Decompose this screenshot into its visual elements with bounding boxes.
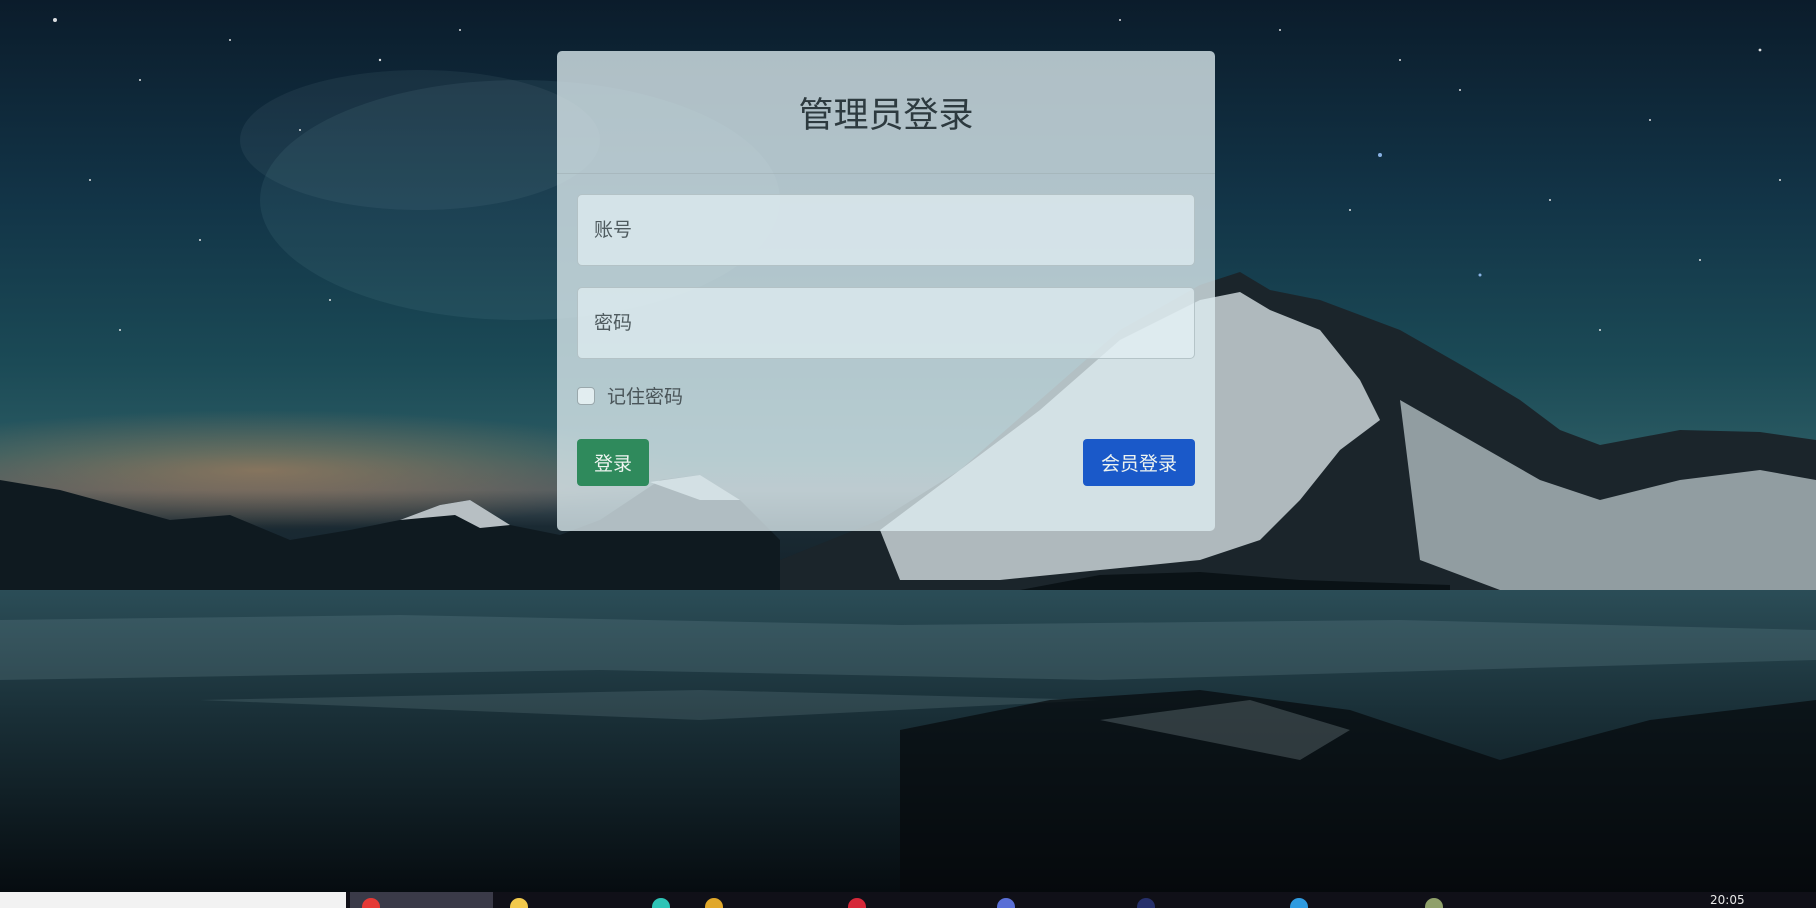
app-icon-green[interactable]	[1425, 898, 1443, 908]
login-button[interactable]: 登录	[577, 439, 649, 486]
star-app-icon[interactable]	[510, 898, 528, 908]
password-field[interactable]	[577, 287, 1195, 359]
account-input[interactable]	[594, 195, 1178, 265]
app-icon-dark[interactable]	[1137, 898, 1155, 908]
chat-app-icon[interactable]	[652, 898, 670, 908]
account-field[interactable]	[577, 194, 1195, 266]
app-icon-cyan[interactable]	[1290, 898, 1308, 908]
login-page: 管理员登录 记住密码 登录 会员登录 20:05	[0, 0, 1816, 908]
member-login-button[interactable]: 会员登录	[1083, 439, 1195, 486]
remember-password[interactable]: 记住密码	[577, 382, 683, 409]
app-icon-red[interactable]	[848, 898, 866, 908]
taskbar: 20:05	[0, 892, 1816, 908]
panel-title: 管理员登录	[557, 51, 1215, 174]
password-input[interactable]	[594, 288, 1178, 358]
remember-label: 记住密码	[607, 386, 684, 408]
login-panel: 管理员登录 记住密码 登录 会员登录	[557, 51, 1215, 531]
taskbar-clock: 20:05	[1710, 893, 1745, 907]
remember-checkbox[interactable]	[577, 386, 595, 405]
taskbar-search-box[interactable]	[0, 892, 346, 908]
folder-icon[interactable]	[705, 898, 723, 908]
app-icon-blue[interactable]	[997, 898, 1015, 908]
